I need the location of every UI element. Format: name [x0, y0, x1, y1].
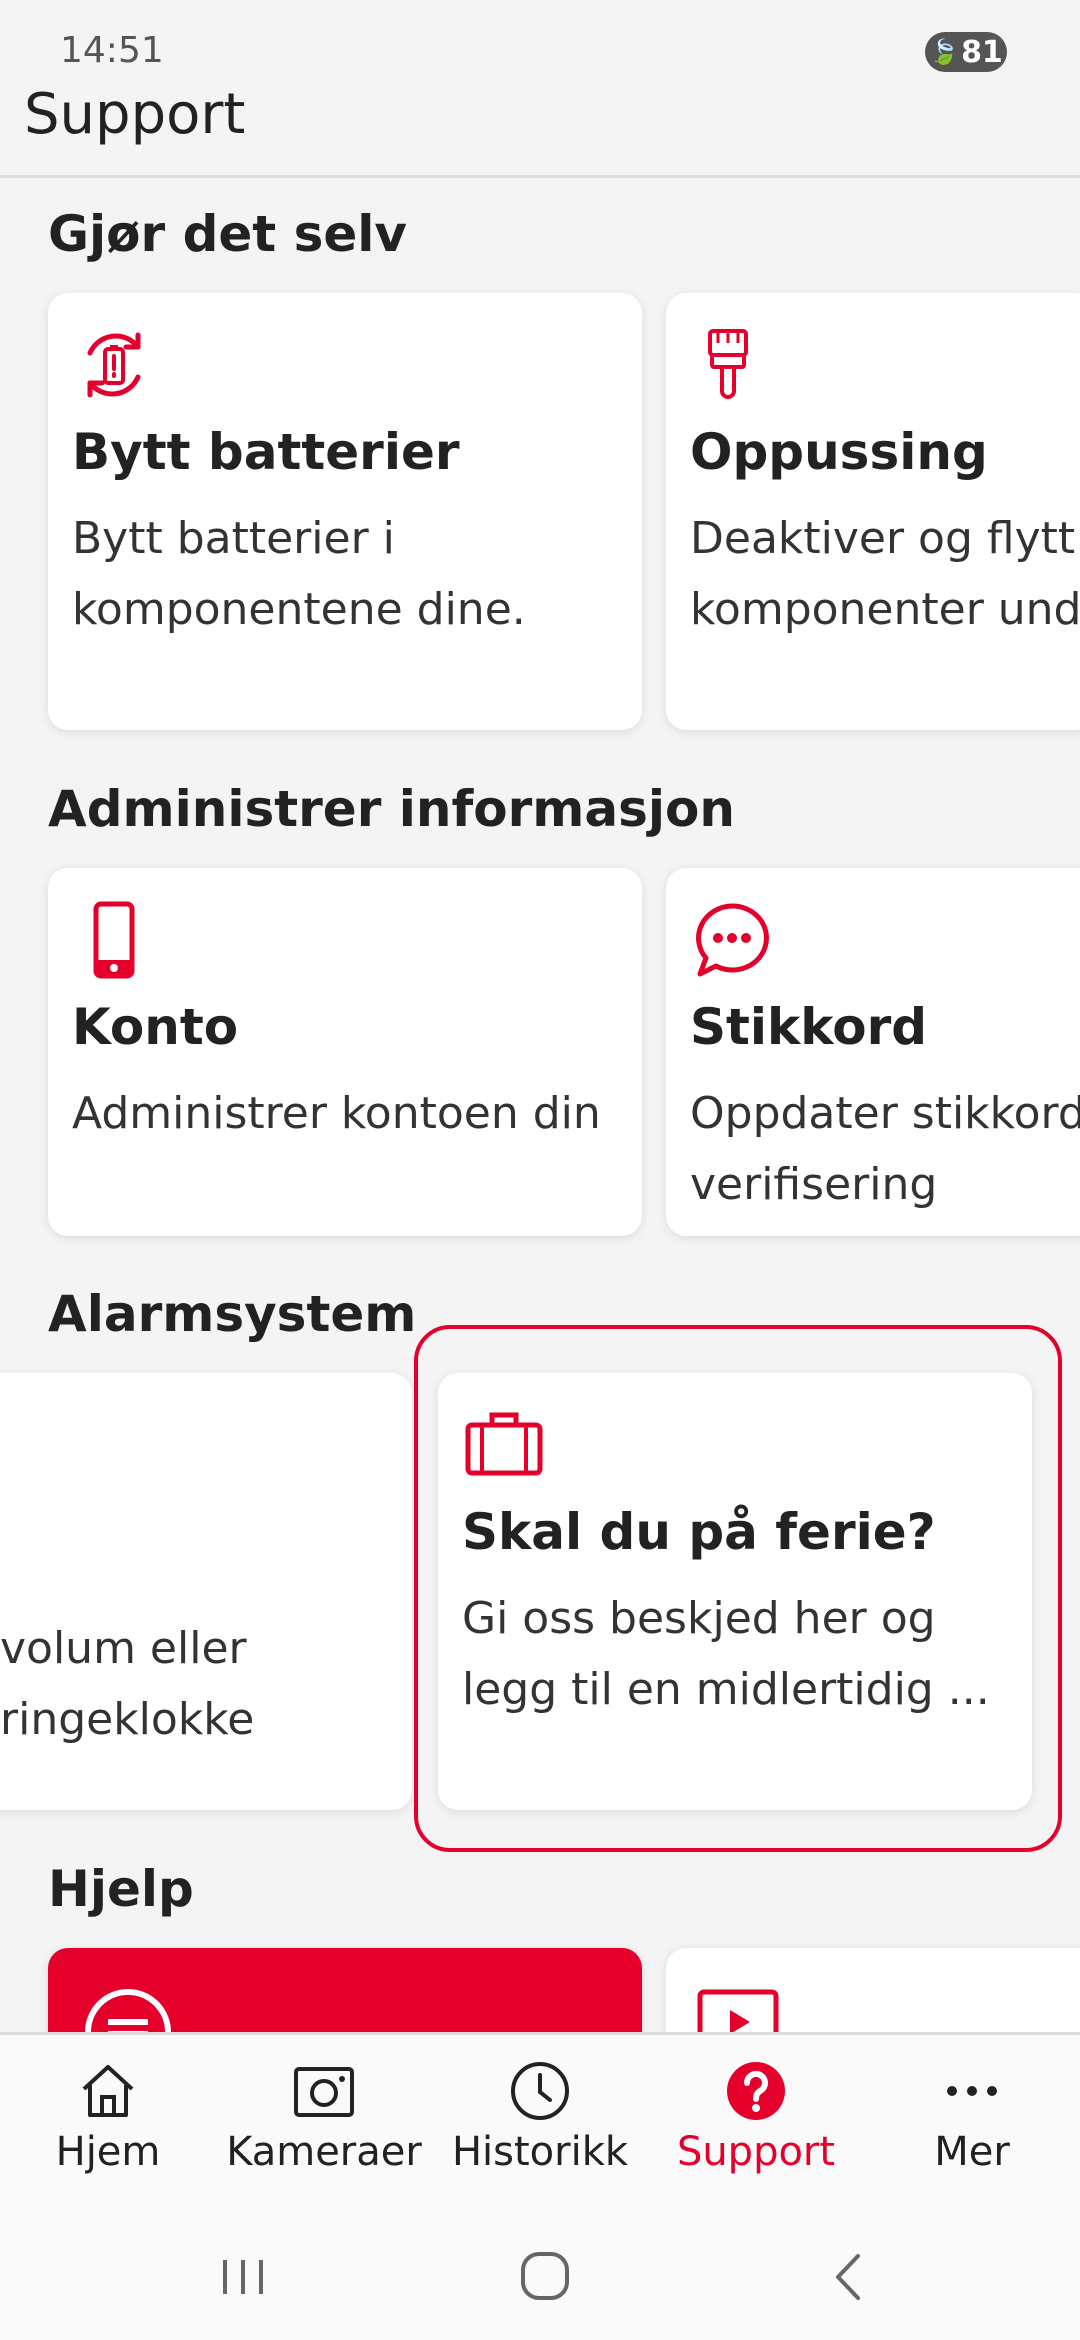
battery-swap-icon	[87, 332, 141, 398]
section-title-info: Administrer informasjon	[48, 780, 735, 838]
card-description: Administrer kontoen din	[72, 1088, 601, 1139]
nav-label: Support	[676, 2129, 836, 2175]
card-oppussing[interactable]: Oppussing Deaktiver og flytt komponenter…	[666, 293, 1080, 730]
status-time: 14:51	[60, 30, 164, 71]
home-button-icon[interactable]	[505, 2242, 585, 2312]
nav-item-historikk[interactable]: Historikk	[432, 2035, 648, 2185]
nav-item-hjem[interactable]: Hjem	[0, 2035, 216, 2185]
card-title: Stikkord	[690, 998, 928, 1056]
system-nav-bar	[0, 2222, 1080, 2340]
nav-label: Historikk	[451, 2129, 629, 2175]
battery-saver-icon: 🍃	[929, 38, 960, 66]
card-description: volum eller ringeklokke	[0, 1623, 255, 1745]
suitcase-icon	[465, 1412, 543, 1476]
card-title: Skal du på ferie?	[462, 1503, 936, 1561]
card-description: Bytt batterier i komponentene dine.	[72, 513, 526, 635]
card-description: Oppdater stikkord verifisering	[690, 1088, 1080, 1210]
card-title: Bytt batterier	[72, 423, 460, 481]
home-icon	[82, 2065, 134, 2117]
clock-icon	[511, 2062, 569, 2120]
nav-label: Hjem	[55, 2129, 161, 2175]
page-title: Support	[24, 82, 246, 147]
paintbrush-icon	[708, 329, 748, 399]
card-description: Gi oss beskjed her og legg til en midler…	[462, 1593, 990, 1715]
nav-item-kameraer[interactable]: Kameraer	[216, 2035, 432, 2185]
recents-icon[interactable]	[203, 2242, 283, 2312]
card-alarm-volume[interactable]: volum eller ringeklokke	[0, 1373, 412, 1810]
card-ferie[interactable]: Skal du på ferie? Gi oss beskjed her og …	[438, 1373, 1032, 1810]
more-icon	[947, 2086, 997, 2096]
back-icon[interactable]	[808, 2242, 888, 2312]
nav-label: Kameraer	[226, 2129, 422, 2175]
card-konto[interactable]: Konto Administrer kontoen din	[48, 868, 642, 1236]
camera-icon	[294, 2067, 354, 2117]
card-bytt-batterier[interactable]: Bytt batterier Bytt batterier i komponen…	[48, 293, 642, 730]
nav-item-mer[interactable]: Mer	[864, 2035, 1080, 2185]
battery-level: 81	[961, 34, 1003, 70]
card-description: Deaktiver og flytt komponenter und	[690, 513, 1080, 635]
section-title-help: Hjelp	[48, 1860, 194, 1918]
bottom-nav: Hjem Kameraer Historikk Support Mer	[0, 2032, 1080, 2222]
app-header: Support	[0, 70, 1080, 178]
phone-icon	[93, 901, 135, 979]
card-title: Oppussing	[690, 423, 988, 481]
chat-bubble-icon	[696, 903, 769, 977]
card-title: Konto	[72, 998, 239, 1056]
card-stikkord[interactable]: Stikkord Oppdater stikkord verifisering	[666, 868, 1080, 1236]
battery-indicator: 🍃 81	[925, 32, 1007, 72]
help-icon	[727, 2062, 785, 2120]
section-title-alarm: Alarmsystem	[48, 1285, 417, 1343]
section-title-diy: Gjør det selv	[48, 205, 408, 263]
nav-label: Mer	[934, 2129, 1010, 2175]
nav-item-support[interactable]: Support	[648, 2035, 864, 2185]
